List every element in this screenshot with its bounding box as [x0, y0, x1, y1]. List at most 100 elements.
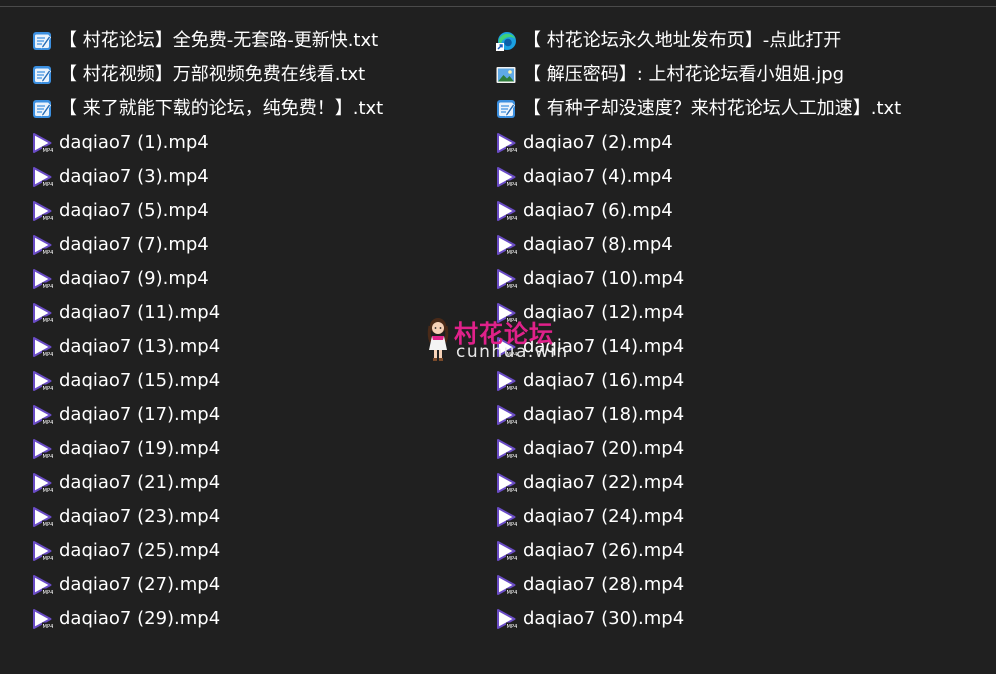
file-item[interactable]: MP4 daqiao7 (30).mp4 — [495, 602, 955, 636]
file-name: daqiao7 (20).mp4 — [523, 438, 685, 459]
svg-text:MP4: MP4 — [43, 590, 54, 596]
svg-text:MP4: MP4 — [43, 182, 54, 188]
file-name: daqiao7 (13).mp4 — [59, 336, 221, 357]
file-name: daqiao7 (11).mp4 — [59, 302, 221, 323]
video-file-icon: MP4 — [31, 404, 53, 426]
file-name: 【 村花视频】万部视频免费在线看.txt — [59, 64, 366, 85]
svg-text:MP4: MP4 — [43, 556, 54, 562]
video-file-icon: MP4 — [31, 506, 53, 528]
video-file-icon-graphic: MP4 — [497, 541, 517, 562]
file-item[interactable]: MP4 daqiao7 (24).mp4 — [495, 500, 955, 534]
svg-text:MP4: MP4 — [43, 148, 54, 154]
file-name: daqiao7 (2).mp4 — [523, 132, 673, 153]
file-item[interactable]: MP4 daqiao7 (29).mp4 — [31, 602, 495, 636]
file-item[interactable]: MP4 daqiao7 (3).mp4 — [31, 160, 495, 194]
video-file-icon-graphic: MP4 — [33, 507, 53, 528]
file-name: daqiao7 (8).mp4 — [523, 234, 673, 255]
video-file-icon: MP4 — [31, 472, 53, 494]
file-item[interactable]: MP4 daqiao7 (7).mp4 — [31, 228, 495, 262]
file-item[interactable]: 【 解压密码】: 上村花论坛看小姐姐.jpg — [495, 58, 955, 92]
video-file-icon-graphic: MP4 — [33, 133, 54, 154]
svg-text:MP4: MP4 — [43, 488, 54, 494]
video-file-icon-graphic: MP4 — [33, 269, 53, 290]
file-item[interactable]: 【 村花论坛】全免费-无套路-更新快.txt — [31, 24, 495, 58]
video-file-icon: MP4 — [495, 438, 517, 460]
file-item[interactable]: MP4 daqiao7 (25).mp4 — [31, 534, 495, 568]
file-name: daqiao7 (29).mp4 — [59, 608, 221, 629]
file-name: daqiao7 (6).mp4 — [523, 200, 673, 221]
file-item[interactable]: MP4 daqiao7 (12).mp4 — [495, 296, 955, 330]
svg-text:MP4: MP4 — [507, 352, 518, 358]
file-item[interactable]: MP4 daqiao7 (26).mp4 — [495, 534, 955, 568]
edge-shortcut-icon — [495, 30, 517, 52]
video-file-icon: MP4 — [495, 302, 517, 324]
svg-text:MP4: MP4 — [507, 318, 518, 324]
video-file-icon-graphic: MP4 — [33, 405, 54, 426]
svg-text:MP4: MP4 — [43, 420, 54, 426]
file-item[interactable]: MP4 daqiao7 (27).mp4 — [31, 568, 495, 602]
file-item[interactable]: 【 来了就能下载的论坛，纯免费！】.txt — [31, 92, 495, 126]
file-name: daqiao7 (25).mp4 — [59, 540, 221, 561]
file-name: daqiao7 (30).mp4 — [523, 608, 685, 629]
file-item[interactable]: 【 村花论坛永久地址发布页】-点此打开 — [495, 24, 955, 58]
video-file-icon-graphic: MP4 — [497, 235, 518, 256]
video-file-icon: MP4 — [31, 336, 53, 358]
file-item[interactable]: 【 村花视频】万部视频免费在线看.txt — [31, 58, 495, 92]
svg-text:MP4: MP4 — [43, 318, 54, 324]
file-name: daqiao7 (1).mp4 — [59, 132, 209, 153]
file-item[interactable]: MP4 daqiao7 (22).mp4 — [495, 466, 955, 500]
video-file-icon-graphic: MP4 — [497, 507, 517, 528]
file-item[interactable]: MP4 daqiao7 (21).mp4 — [31, 466, 495, 500]
svg-text:MP4: MP4 — [43, 454, 54, 460]
file-item[interactable]: 【 有种子却没速度？来村花论坛人工加速】.txt — [495, 92, 955, 126]
file-name: daqiao7 (26).mp4 — [523, 540, 685, 561]
file-name: daqiao7 (3).mp4 — [59, 166, 209, 187]
file-item[interactable]: MP4 daqiao7 (14).mp4 — [495, 330, 955, 364]
svg-text:MP4: MP4 — [43, 624, 54, 630]
file-item[interactable]: MP4 daqiao7 (5).mp4 — [31, 194, 495, 228]
svg-text:MP4: MP4 — [507, 420, 518, 426]
file-item[interactable]: MP4 daqiao7 (20).mp4 — [495, 432, 955, 466]
file-item[interactable]: MP4 daqiao7 (13).mp4 — [31, 330, 495, 364]
file-name: daqiao7 (5).mp4 — [59, 200, 209, 221]
video-file-icon-graphic: MP4 — [497, 371, 517, 392]
video-file-icon-graphic: MP4 — [33, 201, 53, 222]
file-name: daqiao7 (18).mp4 — [523, 404, 685, 425]
file-item[interactable]: MP4 daqiao7 (4).mp4 — [495, 160, 955, 194]
file-item[interactable]: MP4 daqiao7 (23).mp4 — [31, 500, 495, 534]
file-item[interactable]: MP4 daqiao7 (2).mp4 — [495, 126, 955, 160]
svg-text:MP4: MP4 — [507, 216, 518, 222]
file-item[interactable]: MP4 daqiao7 (8).mp4 — [495, 228, 955, 262]
file-name: 【 解压密码】: 上村花论坛看小姐姐.jpg — [523, 64, 845, 85]
file-item[interactable]: MP4 daqiao7 (17).mp4 — [31, 398, 495, 432]
notepad-icon-graphic — [33, 66, 52, 84]
file-item[interactable]: MP4 daqiao7 (10).mp4 — [495, 262, 955, 296]
file-item[interactable]: MP4 daqiao7 (28).mp4 — [495, 568, 955, 602]
file-item[interactable]: MP4 daqiao7 (9).mp4 — [31, 262, 495, 296]
video-file-icon-graphic: MP4 — [497, 609, 517, 630]
file-name: daqiao7 (22).mp4 — [523, 472, 685, 493]
video-file-icon: MP4 — [31, 438, 53, 460]
file-item[interactable]: MP4 daqiao7 (15).mp4 — [31, 364, 495, 398]
video-file-icon: MP4 — [31, 370, 53, 392]
video-file-icon: MP4 — [31, 540, 53, 562]
file-name: daqiao7 (27).mp4 — [59, 574, 221, 595]
svg-text:MP4: MP4 — [507, 250, 518, 256]
file-name: daqiao7 (7).mp4 — [59, 234, 209, 255]
file-item[interactable]: MP4 daqiao7 (1).mp4 — [31, 126, 495, 160]
file-name: daqiao7 (14).mp4 — [523, 336, 685, 357]
video-file-icon-graphic: MP4 — [33, 235, 53, 256]
video-file-icon-graphic: MP4 — [33, 303, 54, 324]
video-file-icon: MP4 — [495, 404, 517, 426]
file-item[interactable]: MP4 daqiao7 (18).mp4 — [495, 398, 955, 432]
file-item[interactable]: MP4 daqiao7 (16).mp4 — [495, 364, 955, 398]
file-item[interactable]: MP4 daqiao7 (19).mp4 — [31, 432, 495, 466]
video-file-icon: MP4 — [495, 234, 517, 256]
file-item[interactable]: MP4 daqiao7 (11).mp4 — [31, 296, 495, 330]
video-file-icon: MP4 — [495, 336, 517, 358]
video-file-icon-graphic: MP4 — [497, 405, 518, 426]
video-file-icon-graphic: MP4 — [33, 167, 54, 188]
video-file-icon-graphic: MP4 — [33, 371, 53, 392]
video-file-icon-graphic: MP4 — [497, 337, 518, 358]
file-item[interactable]: MP4 daqiao7 (6).mp4 — [495, 194, 955, 228]
